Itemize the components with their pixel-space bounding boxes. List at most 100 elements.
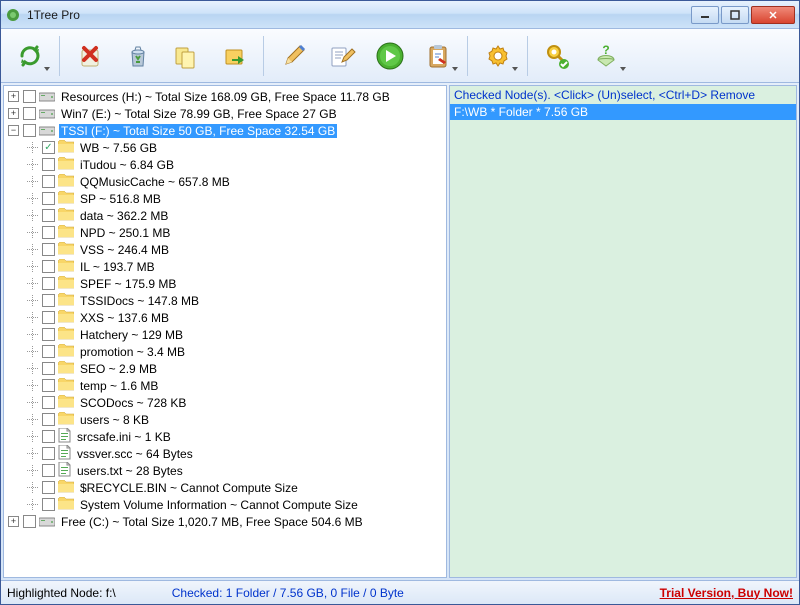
tree-checkbox[interactable] <box>42 277 55 290</box>
tree-checkbox[interactable] <box>42 226 55 239</box>
tree-row[interactable]: SCODocs ~ 728 KB <box>4 394 446 411</box>
license-button[interactable] <box>535 34 581 78</box>
tree-label: srcsafe.ini ~ 1 KB <box>75 430 173 444</box>
tree-row[interactable]: promotion ~ 3.4 MB <box>4 343 446 360</box>
tree-row[interactable]: ✓WB ~ 7.56 GB <box>4 139 446 156</box>
tree-label: Hatchery ~ 129 MB <box>78 328 185 342</box>
tree-row[interactable]: users.txt ~ 28 Bytes <box>4 462 446 479</box>
tree-row[interactable]: VSS ~ 246.4 MB <box>4 241 446 258</box>
tree-checkbox[interactable] <box>42 175 55 188</box>
tree-row[interactable]: iTudou ~ 6.84 GB <box>4 156 446 173</box>
tree-label: VSS ~ 246.4 MB <box>78 243 171 257</box>
tree-row[interactable]: +Win7 (E:) ~ Total Size 78.99 GB, Free S… <box>4 105 446 122</box>
tree-checkbox[interactable] <box>42 294 55 307</box>
tree-label: vssver.scc ~ 64 Bytes <box>75 447 195 461</box>
expand-icon[interactable]: + <box>8 91 19 102</box>
folder-icon <box>58 344 78 360</box>
tree-checkbox[interactable] <box>42 328 55 341</box>
tree-checkbox[interactable] <box>42 481 55 494</box>
content-area: +Resources (H:) ~ Total Size 168.09 GB, … <box>1 83 799 580</box>
tree-row[interactable]: IL ~ 193.7 MB <box>4 258 446 275</box>
tree-row[interactable]: System Volume Information ~ Cannot Compu… <box>4 496 446 513</box>
tree-line <box>27 261 38 272</box>
tree-row[interactable]: vssver.scc ~ 64 Bytes <box>4 445 446 462</box>
tree-checkbox[interactable] <box>42 430 55 443</box>
tree-checkbox[interactable] <box>23 90 36 103</box>
tree-checkbox[interactable] <box>42 192 55 205</box>
delete-button[interactable] <box>67 34 113 78</box>
tree-label: SP ~ 516.8 MB <box>78 192 163 206</box>
tree-label: SEO ~ 2.9 MB <box>78 362 159 376</box>
tree-label: users ~ 8 KB <box>78 413 151 427</box>
tree-checkbox[interactable] <box>42 498 55 511</box>
tree-checkbox[interactable] <box>42 464 55 477</box>
tree-checkbox[interactable] <box>42 209 55 222</box>
checked-item[interactable]: F:\WB * Folder * 7.56 GB <box>450 104 796 120</box>
tree-line <box>27 142 38 153</box>
recycle-button[interactable] <box>115 34 161 78</box>
tree-checkbox[interactable] <box>42 260 55 273</box>
tree-row[interactable]: −TSSI (F:) ~ Total Size 50 GB, Free Spac… <box>4 122 446 139</box>
expand-icon[interactable]: + <box>8 108 19 119</box>
drive-icon <box>39 123 59 139</box>
tree-label: QQMusicCache ~ 657.8 MB <box>78 175 232 189</box>
tree-row[interactable]: NPD ~ 250.1 MB <box>4 224 446 241</box>
tree-row[interactable]: SEO ~ 2.9 MB <box>4 360 446 377</box>
tree-row[interactable]: Hatchery ~ 129 MB <box>4 326 446 343</box>
folder-icon <box>58 310 78 326</box>
refresh-button[interactable] <box>7 34 53 78</box>
titlebar[interactable]: 1Tree Pro <box>1 1 799 29</box>
tree-checkbox[interactable] <box>23 107 36 120</box>
tree-checkbox[interactable] <box>42 447 55 460</box>
close-button[interactable] <box>751 6 795 24</box>
tree-checkbox[interactable] <box>42 362 55 375</box>
maximize-button[interactable] <box>721 6 749 24</box>
buy-now-link[interactable]: Trial Version, Buy Now! <box>660 586 793 600</box>
folder-icon <box>58 242 78 258</box>
tree-label: TSSIDocs ~ 147.8 MB <box>78 294 201 308</box>
clipboard-button[interactable] <box>415 34 461 78</box>
tree-line <box>27 431 38 442</box>
settings-button[interactable] <box>475 34 521 78</box>
play-button[interactable] <box>367 34 413 78</box>
folder-icon <box>58 157 78 173</box>
expand-icon[interactable]: + <box>8 516 19 527</box>
tree-line <box>27 329 38 340</box>
tree-row[interactable]: temp ~ 1.6 MB <box>4 377 446 394</box>
tree-checkbox[interactable] <box>42 413 55 426</box>
tree-checkbox[interactable] <box>42 396 55 409</box>
tree-row[interactable]: data ~ 362.2 MB <box>4 207 446 224</box>
tree-row[interactable]: XXS ~ 137.6 MB <box>4 309 446 326</box>
tree-checkbox[interactable] <box>42 345 55 358</box>
tree-row[interactable]: SPEF ~ 175.9 MB <box>4 275 446 292</box>
move-button[interactable] <box>211 34 257 78</box>
tree-checkbox[interactable] <box>42 243 55 256</box>
tree-line <box>27 295 38 306</box>
minimize-button[interactable] <box>691 6 719 24</box>
tree-checkbox[interactable] <box>23 515 36 528</box>
tree-checkbox[interactable] <box>42 158 55 171</box>
rename-button[interactable] <box>271 34 317 78</box>
tree-row[interactable]: QQMusicCache ~ 657.8 MB <box>4 173 446 190</box>
tree-row[interactable]: SP ~ 516.8 MB <box>4 190 446 207</box>
folder-icon <box>58 327 78 343</box>
tree-panel[interactable]: +Resources (H:) ~ Total Size 168.09 GB, … <box>3 85 447 578</box>
folder-icon <box>58 208 78 224</box>
tree-checkbox[interactable] <box>42 311 55 324</box>
checked-panel[interactable]: Checked Node(s). <Click> (Un)select, <Ct… <box>449 85 797 578</box>
tree-row[interactable]: $RECYCLE.BIN ~ Cannot Compute Size <box>4 479 446 496</box>
status-checked: Checked: 1 Folder / 7.56 GB, 0 File / 0 … <box>132 586 660 600</box>
tree-row[interactable]: +Resources (H:) ~ Total Size 168.09 GB, … <box>4 88 446 105</box>
tree-checkbox[interactable]: ✓ <box>42 141 55 154</box>
help-button[interactable]: ? <box>583 34 629 78</box>
collapse-icon[interactable]: − <box>8 125 19 136</box>
edit-path-button[interactable] <box>319 34 365 78</box>
copy-button[interactable] <box>163 34 209 78</box>
tree-row[interactable]: srcsafe.ini ~ 1 KB <box>4 428 446 445</box>
tree-row[interactable]: +Free (C:) ~ Total Size 1,020.7 MB, Free… <box>4 513 446 530</box>
tree-label: XXS ~ 137.6 MB <box>78 311 171 325</box>
tree-checkbox[interactable] <box>42 379 55 392</box>
tree-checkbox[interactable] <box>23 124 36 137</box>
tree-row[interactable]: users ~ 8 KB <box>4 411 446 428</box>
tree-row[interactable]: TSSIDocs ~ 147.8 MB <box>4 292 446 309</box>
